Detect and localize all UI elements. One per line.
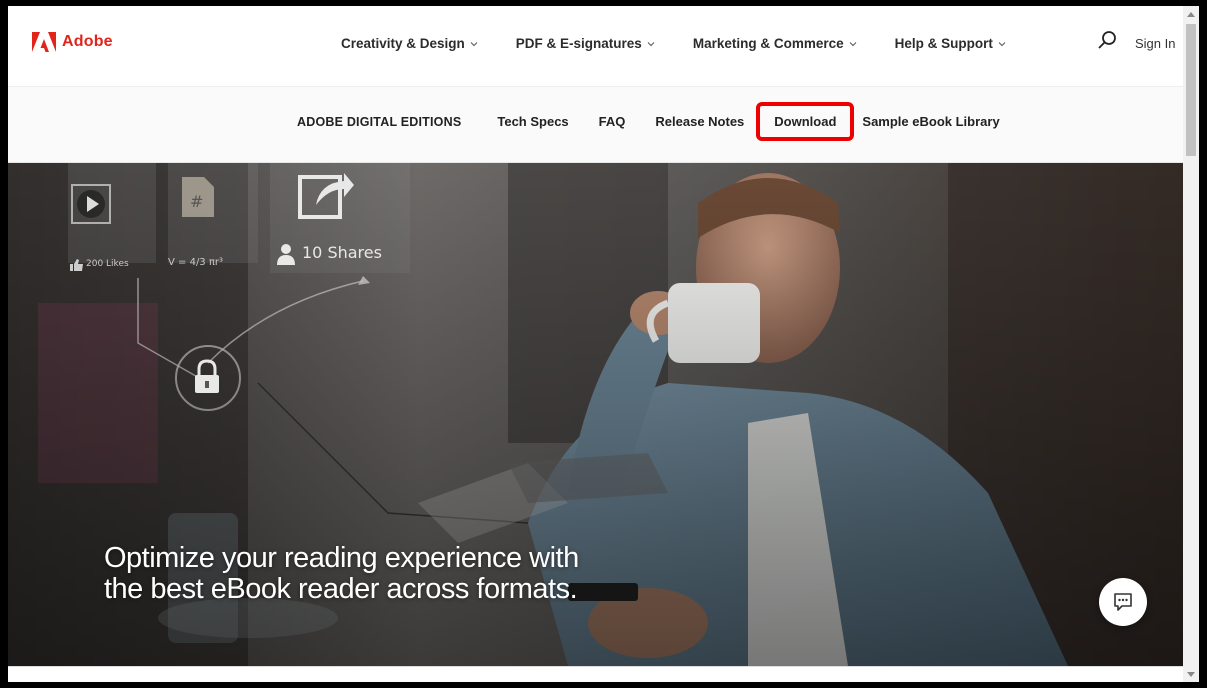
- adobe-logo-text: Adobe: [62, 33, 113, 50]
- svg-text:#: #: [190, 192, 203, 211]
- play-icon: [71, 184, 111, 224]
- hero-headline-line2: the best eBook reader across formats.: [104, 573, 578, 605]
- nav-creativity-design[interactable]: Creativity & Design: [341, 36, 478, 51]
- lock-icon: [195, 359, 219, 393]
- subnav-items: ADOBE DIGITAL EDITIONS Tech Specs FAQ Re…: [297, 102, 1000, 141]
- hero-headline: Optimize your reading experience with th…: [104, 543, 579, 605]
- subnav-brand[interactable]: ADOBE DIGITAL EDITIONS: [297, 115, 461, 129]
- hero-banner: # 10 Shares 200 Likes V = 4/3 πr³ Optimi…: [8, 163, 1183, 666]
- chevron-down-icon: [998, 41, 1006, 46]
- overlay-shares: 10 Shares: [302, 243, 382, 262]
- browser-viewport: Adobe Creativity & Design PDF & E-signat…: [8, 6, 1199, 682]
- subnav-faq[interactable]: FAQ: [599, 114, 626, 129]
- nav-pdf-esignatures[interactable]: PDF & E-signatures: [516, 36, 655, 51]
- vertical-scrollbar[interactable]: [1183, 6, 1199, 682]
- nav-label: PDF & E-signatures: [515, 36, 642, 51]
- chevron-down-icon: [849, 41, 856, 46]
- nav-label: Creativity & Design: [341, 36, 465, 51]
- user-icon: [277, 244, 295, 265]
- chat-icon: [1114, 593, 1132, 611]
- search-icon[interactable]: [1096, 29, 1118, 51]
- overlay-formula: V = 4/3 πr³: [168, 257, 223, 268]
- sign-in-link[interactable]: Sign In: [1135, 36, 1175, 51]
- thumbs-up-icon: [70, 259, 83, 271]
- adobe-logo-icon: [32, 32, 56, 52]
- main-nav: Creativity & Design PDF & E-signatures M…: [341, 36, 1006, 51]
- share-icon: [298, 173, 354, 219]
- subnav-sample-ebook-library[interactable]: Sample eBook Library: [862, 114, 999, 129]
- chevron-down-icon: [470, 41, 478, 46]
- scroll-up-arrow-icon[interactable]: [1187, 12, 1195, 17]
- nav-marketing-commerce[interactable]: Marketing & Commerce: [693, 36, 857, 51]
- product-subnav: ADOBE DIGITAL EDITIONS Tech Specs FAQ Re…: [8, 87, 1183, 163]
- nav-help-support[interactable]: Help & Support: [895, 36, 1006, 51]
- scroll-down-arrow-icon[interactable]: [1187, 672, 1195, 677]
- chat-button[interactable]: [1099, 578, 1147, 626]
- subnav-download[interactable]: Download: [756, 102, 855, 141]
- page-content-start: [8, 666, 1183, 682]
- subnav-release-notes[interactable]: Release Notes: [655, 114, 744, 129]
- adobe-logo[interactable]: Adobe: [32, 32, 113, 52]
- overlay-likes: 200 Likes: [86, 259, 129, 269]
- scroll-thumb[interactable]: [1186, 24, 1196, 156]
- chevron-down-icon: [647, 41, 655, 46]
- nav-label: Help & Support: [894, 36, 993, 51]
- global-header: Adobe Creativity & Design PDF & E-signat…: [8, 6, 1183, 87]
- hero-headline-line1: Optimize your reading experience with: [104, 542, 579, 574]
- nav-label: Marketing & Commerce: [692, 36, 844, 51]
- file-hash-icon: #: [182, 177, 214, 217]
- subnav-tech-specs[interactable]: Tech Specs: [497, 114, 568, 129]
